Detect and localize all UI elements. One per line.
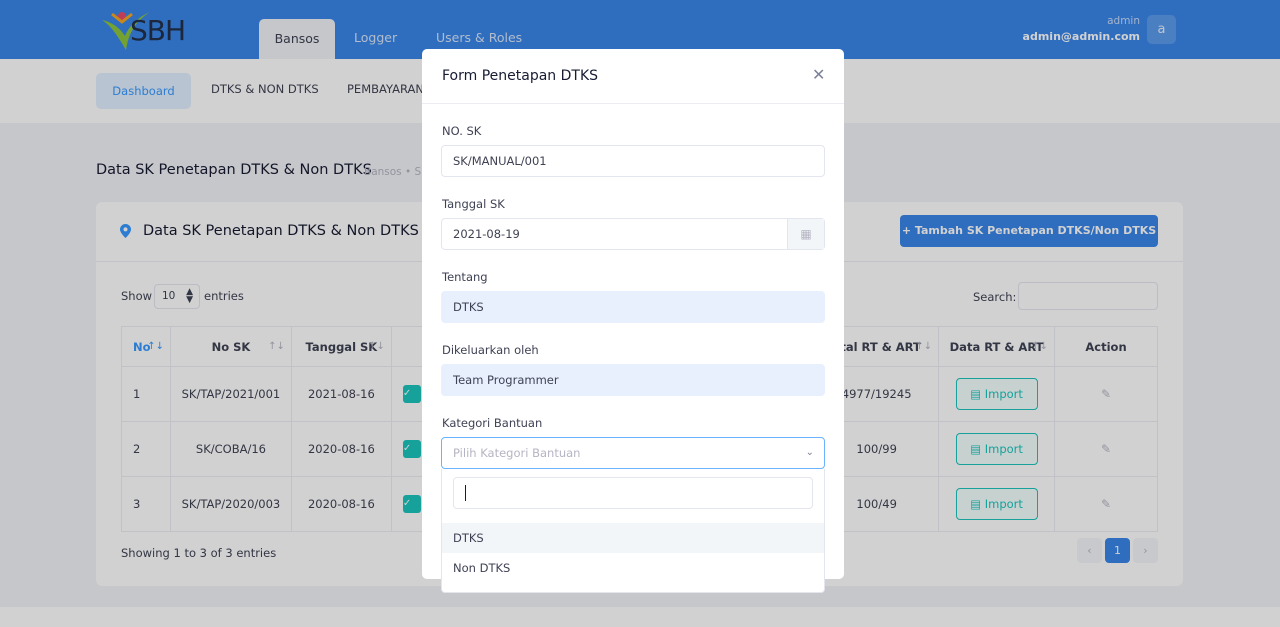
dropdown-search-input[interactable] — [453, 477, 813, 509]
text-cursor — [465, 485, 466, 501]
tentang-input[interactable]: DTKS — [441, 291, 825, 323]
close-icon[interactable]: ✕ — [812, 65, 825, 84]
kategori-select[interactable]: Pilih Kategori Bantuan ⌄ — [441, 437, 825, 469]
no-sk-input[interactable]: SK/MANUAL/001 — [441, 145, 825, 177]
tanggal-sk-value: 2021-08-19 — [453, 227, 520, 241]
divider — [422, 103, 844, 104]
option-dtks[interactable]: DTKS — [442, 523, 824, 553]
kategori-dropdown: DTKS Non DTKS — [441, 469, 825, 593]
tentang-label: Tentang — [442, 270, 488, 284]
tanggal-sk-label: Tanggal SK — [442, 197, 505, 211]
dikeluarkan-input[interactable]: Team Programmer — [441, 364, 825, 396]
dikeluarkan-label: Dikeluarkan oleh — [442, 343, 539, 357]
calendar-icon[interactable]: ▦ — [787, 219, 824, 249]
kategori-label: Kategori Bantuan — [442, 416, 543, 430]
modal-title: Form Penetapan DTKS — [442, 68, 599, 84]
kategori-placeholder: Pilih Kategori Bantuan — [453, 446, 581, 460]
option-non-dtks[interactable]: Non DTKS — [442, 553, 824, 583]
chevron-down-icon: ⌄ — [805, 447, 814, 458]
tanggal-sk-input[interactable]: 2021-08-19 ▦ — [441, 218, 825, 250]
no-sk-label: NO. SK — [442, 124, 482, 138]
